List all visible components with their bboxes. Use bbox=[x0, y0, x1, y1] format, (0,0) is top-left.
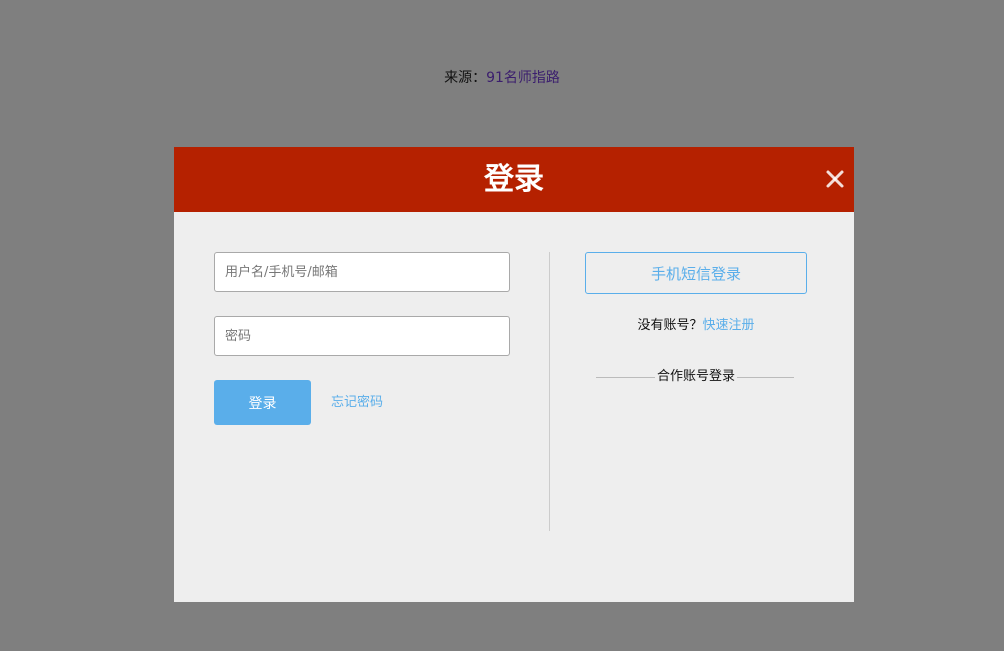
password-input[interactable] bbox=[214, 316, 510, 356]
forgot-password-link[interactable]: 忘记密码 bbox=[331, 393, 383, 413]
vertical-divider bbox=[549, 252, 550, 531]
source-label: 来源： bbox=[444, 70, 487, 86]
register-line: 没有账号？快速注册 bbox=[585, 316, 807, 336]
modal-header: 登录 bbox=[174, 147, 854, 212]
login-button[interactable]: 登录 bbox=[214, 380, 311, 425]
partner-login-section: 合作账号登录 bbox=[585, 367, 807, 387]
close-icon bbox=[826, 170, 844, 188]
source-line: 来源：91名师指路 bbox=[0, 68, 1004, 88]
register-link[interactable]: 快速注册 bbox=[703, 318, 755, 333]
sms-login-button[interactable]: 手机短信登录 bbox=[585, 252, 807, 294]
close-button[interactable] bbox=[822, 166, 848, 192]
partner-login-label: 合作账号登录 bbox=[654, 369, 737, 384]
username-input[interactable] bbox=[214, 252, 510, 292]
source-link[interactable]: 91名师指路 bbox=[486, 70, 560, 86]
modal-title: 登录 bbox=[484, 162, 544, 197]
no-account-text: 没有账号？ bbox=[637, 318, 703, 333]
login-modal: 登录 登录 忘记密码 手机短信登录 没有账号？快速注册 合作账号登录 bbox=[174, 147, 854, 602]
